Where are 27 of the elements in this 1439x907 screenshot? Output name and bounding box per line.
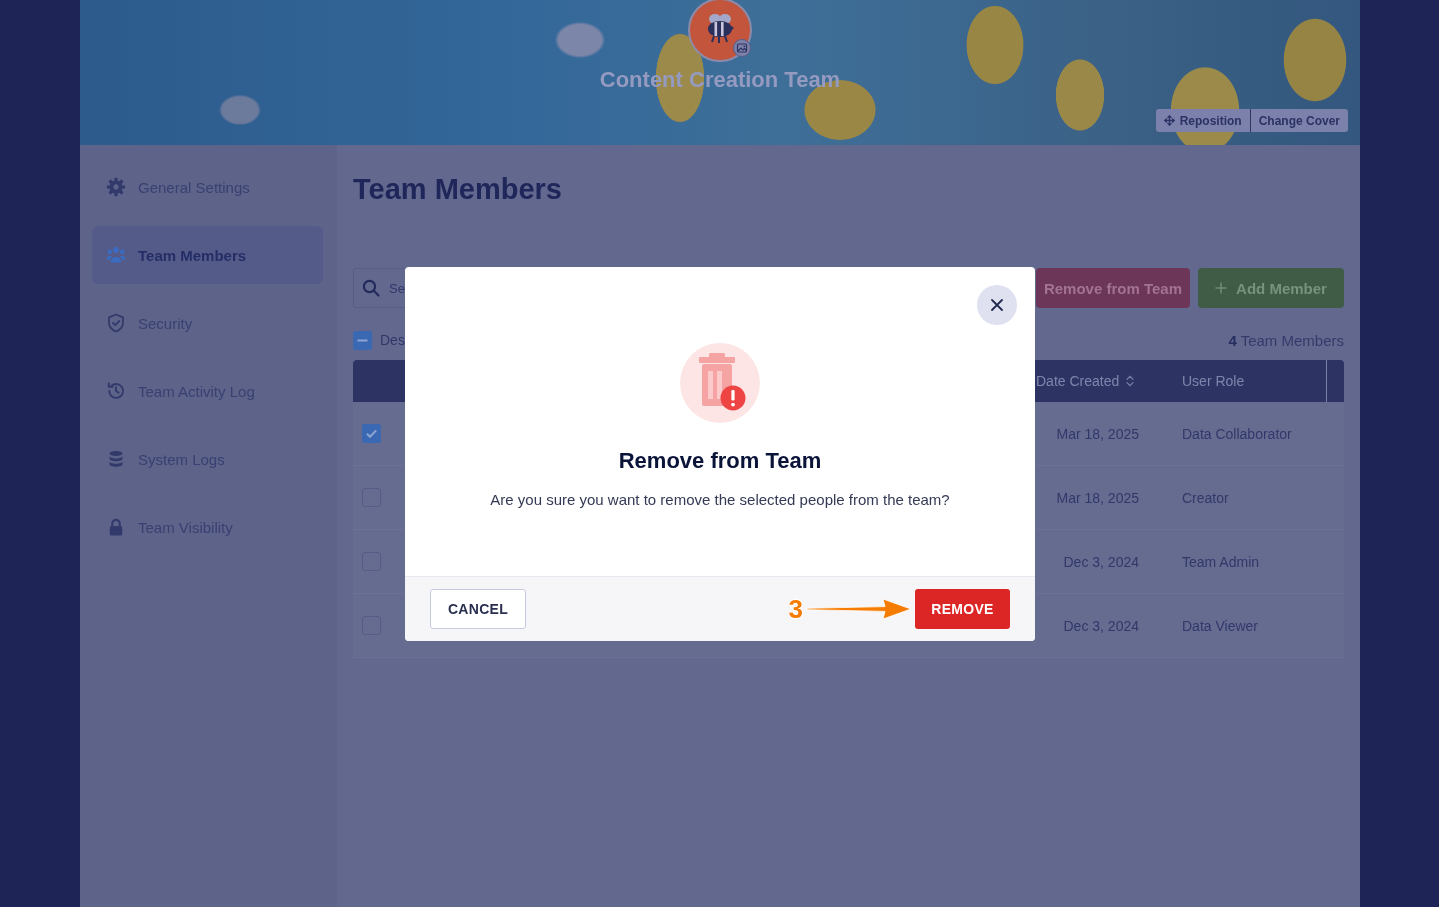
remove-button[interactable]: Remove from Team <box>1036 268 1190 308</box>
cancel-button[interactable]: CANCEL <box>430 589 526 629</box>
page-title: Team Members <box>353 172 563 207</box>
change-cover-button[interactable]: Change Cover <box>1249 109 1348 132</box>
add-button[interactable]: Add Member <box>1198 268 1344 308</box>
step-number: 3 <box>788 595 803 623</box>
move-icon <box>1163 115 1175 126</box>
bee-avatar-icon <box>688 0 752 62</box>
dialog-message: Are you sure you want to remove the selected people from the team? <box>490 490 950 510</box>
arrow-icon <box>806 597 912 621</box>
plus-icon <box>1215 282 1228 294</box>
select-all-checkbox[interactable] <box>353 330 372 350</box>
remove-button[interactable]: REMOVE <box>915 589 1010 629</box>
shield-check-icon <box>106 313 126 333</box>
close-button[interactable] <box>977 285 1017 325</box>
column-header: User Role <box>1181 373 1246 389</box>
gear-icon <box>106 177 126 197</box>
people-icon <box>106 245 126 265</box>
sortable-column-header[interactable]: Date Created <box>1036 373 1140 389</box>
image-icon[interactable] <box>733 39 751 57</box>
row-checkbox[interactable] <box>362 424 381 443</box>
reposition-button[interactable]: Reposition <box>1155 109 1250 132</box>
close-icon <box>991 299 1003 311</box>
clock-history-icon <box>106 381 126 401</box>
trash-warning-icon <box>680 343 760 423</box>
dialog-title: Remove from Team <box>618 447 822 475</box>
search-icon <box>362 279 380 297</box>
